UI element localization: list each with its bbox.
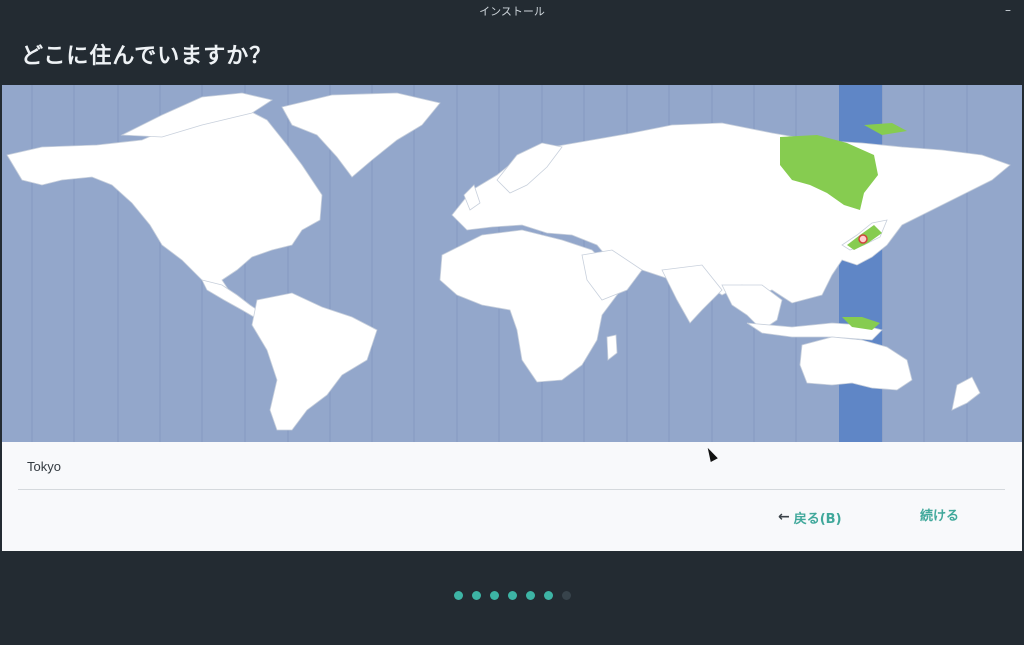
back-button-label: 戻る(B) bbox=[793, 511, 842, 527]
minimize-button[interactable]: – bbox=[1000, 0, 1016, 24]
world-map-svg[interactable] bbox=[2, 85, 1022, 442]
progress-dot bbox=[561, 591, 571, 600]
location-input-row[interactable]: Tokyo bbox=[18, 447, 1005, 490]
progress-dot bbox=[525, 591, 535, 600]
timezone-marker-icon bbox=[858, 234, 868, 244]
progress-indicator bbox=[0, 591, 1024, 603]
progress-dot bbox=[453, 591, 463, 600]
window-title: インストール bbox=[479, 5, 545, 18]
progress-dot bbox=[507, 591, 517, 600]
continue-button[interactable]: 続ける bbox=[920, 505, 959, 529]
back-button[interactable]: ← 戻る(B) bbox=[778, 505, 842, 529]
location-field[interactable]: Tokyo bbox=[27, 459, 61, 474]
page-title: どこに住んでいますか？ bbox=[21, 44, 273, 69]
progress-dot bbox=[471, 591, 481, 600]
arrow-left-icon: ← bbox=[778, 509, 790, 525]
progress-dot bbox=[543, 591, 553, 600]
progress-dot bbox=[489, 591, 499, 600]
timezone-map[interactable] bbox=[2, 85, 1022, 442]
window-titlebar: インストール – bbox=[0, 0, 1024, 24]
content-panel: Tokyo ← 戻る(B) 続ける bbox=[2, 85, 1022, 551]
